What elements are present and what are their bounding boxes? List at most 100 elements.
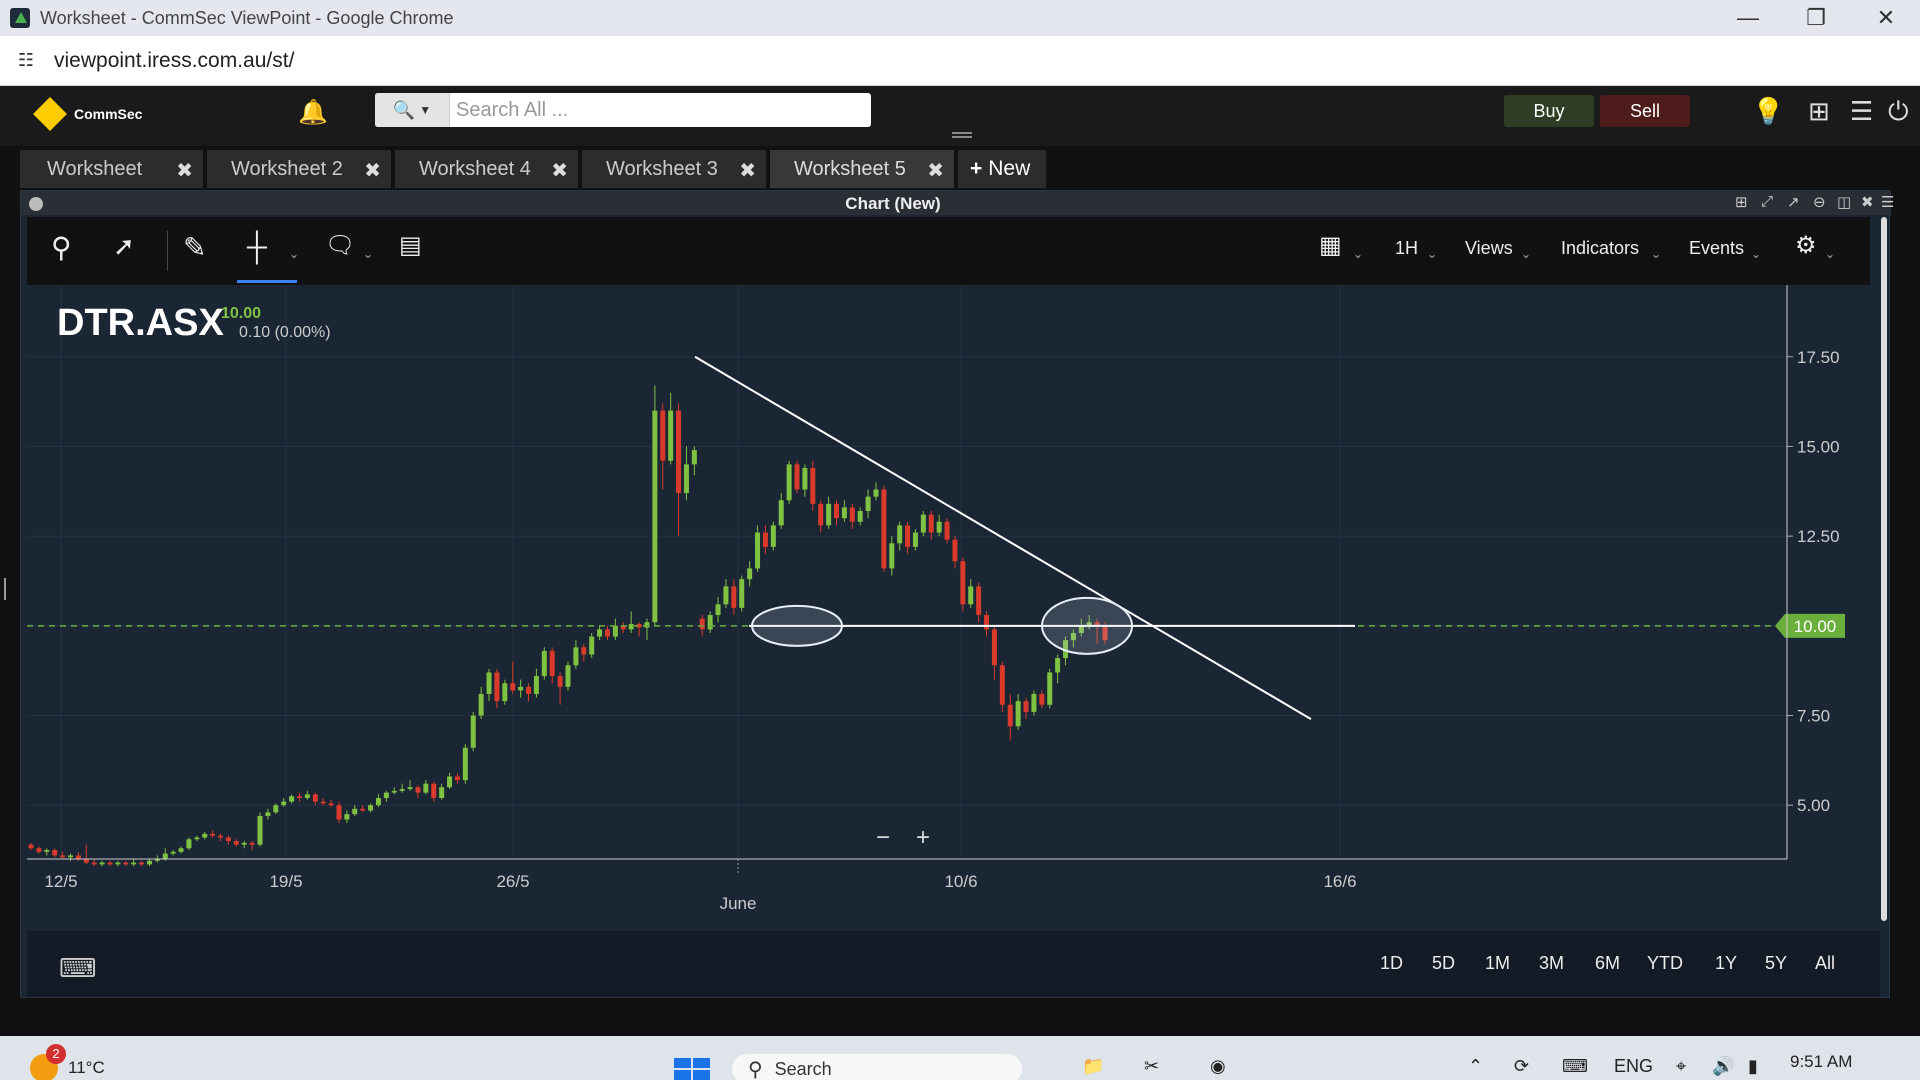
sell-button[interactable]: Sell bbox=[1600, 95, 1690, 127]
address-bar[interactable]: ☷ viewpoint.iress.com.au/st/ bbox=[0, 36, 1920, 86]
chevron-down-icon[interactable]: ⌄ bbox=[1751, 247, 1761, 261]
candle-body bbox=[494, 672, 500, 702]
symbol-label: DTR.ASX bbox=[57, 302, 224, 344]
site-info-icon[interactable]: ☷ bbox=[14, 49, 38, 73]
candle-body bbox=[826, 503, 832, 526]
chevron-down-icon[interactable]: ⌄ bbox=[1427, 247, 1437, 261]
chevron-down-icon[interactable]: ⌄ bbox=[1651, 247, 1661, 261]
windows-start-icon[interactable] bbox=[674, 1058, 710, 1080]
keyboard-icon[interactable]: ⌨ bbox=[59, 953, 97, 984]
close-tab-icon[interactable]: ✖ bbox=[364, 158, 381, 183]
range-1m-button[interactable]: 1M bbox=[1485, 953, 1510, 974]
new-worksheet-button[interactable]: + New bbox=[958, 150, 1047, 188]
chrome-icon[interactable]: ◉ bbox=[1210, 1056, 1226, 1077]
range-5d-button[interactable]: 5D bbox=[1432, 953, 1455, 974]
notification-bell-icon[interactable]: 🔔 bbox=[298, 98, 328, 127]
panel-expand-icon[interactable]: ⤢ bbox=[1761, 193, 1773, 210]
buy-button[interactable]: Buy bbox=[1504, 95, 1594, 127]
file-explorer-icon[interactable]: 📁 bbox=[1082, 1056, 1104, 1077]
close-tab-icon[interactable]: ✖ bbox=[927, 158, 944, 183]
range-5y-button[interactable]: 5Y bbox=[1765, 953, 1787, 974]
range-all-button[interactable]: All bbox=[1815, 953, 1835, 974]
side-resize-handle[interactable] bbox=[4, 578, 8, 600]
sync-icon[interactable]: ⟳ bbox=[1514, 1056, 1529, 1077]
url-text[interactable]: viewpoint.iress.com.au/st/ bbox=[54, 49, 294, 73]
notification-badge: 2 bbox=[46, 1044, 66, 1064]
language-indicator[interactable]: ENG bbox=[1614, 1056, 1653, 1077]
tab-worksheet-2[interactable]: Worksheet 2 ✖ bbox=[207, 150, 391, 188]
candle-body bbox=[715, 604, 721, 616]
candle-body bbox=[75, 855, 81, 859]
search-scope-dropdown[interactable]: 🔍 ▼ bbox=[375, 93, 450, 127]
tab-label: Worksheet 2 bbox=[231, 157, 343, 180]
snipping-tool-icon[interactable]: ✂ bbox=[1144, 1056, 1159, 1077]
range-ytd-button[interactable]: YTD bbox=[1647, 953, 1683, 974]
global-search[interactable]: 🔍 ▼ bbox=[375, 93, 871, 127]
add-indicator-line-icon[interactable]: ➚ bbox=[113, 231, 135, 262]
zoom-in-button[interactable]: + bbox=[916, 824, 930, 851]
vertical-scrollbar[interactable] bbox=[1881, 217, 1887, 921]
candle-body bbox=[549, 650, 555, 677]
views-dropdown[interactable]: Views bbox=[1465, 238, 1513, 259]
candle-body bbox=[526, 686, 532, 694]
close-icon[interactable]: ✕ bbox=[1852, 0, 1920, 36]
panel-add-icon[interactable]: ⊞ bbox=[1735, 193, 1748, 211]
gear-icon[interactable]: ⚙ bbox=[1795, 231, 1817, 260]
chevron-down-icon[interactable]: ⌄ bbox=[1825, 247, 1835, 261]
volume-icon[interactable]: 🔊 bbox=[1712, 1056, 1734, 1077]
chevron-down-icon[interactable]: ⌄ bbox=[1521, 247, 1531, 261]
panel-menu-icon[interactable]: ☰ bbox=[1881, 193, 1894, 211]
chevron-down-icon[interactable]: ⌄ bbox=[363, 247, 373, 261]
price-chart[interactable]: 10.00 17.50 15.00 12.50 7.50 5.00 12/5 19/5 26… bbox=[27, 285, 1875, 925]
chevron-down-icon[interactable]: ⌄ bbox=[289, 247, 299, 261]
close-tab-icon[interactable]: ✖ bbox=[551, 158, 568, 183]
tab-worksheet[interactable]: Worksheet ✖ bbox=[20, 150, 203, 188]
minimize-icon[interactable]: — bbox=[1714, 0, 1782, 36]
zoom-out-button[interactable]: − bbox=[876, 824, 890, 851]
power-icon[interactable]: ⏻ bbox=[1888, 96, 1909, 128]
panel-popout-icon[interactable]: ↗ bbox=[1787, 193, 1800, 211]
interval-dropdown[interactable]: 1H bbox=[1395, 238, 1418, 259]
range-6m-button[interactable]: 6M bbox=[1595, 953, 1620, 974]
lightbulb-icon[interactable]: 💡 bbox=[1752, 96, 1784, 127]
temperature: 11°C bbox=[68, 1058, 105, 1077]
battery-icon[interactable]: ▮ bbox=[1748, 1056, 1758, 1077]
pencil-draw-icon[interactable]: ✎ bbox=[183, 231, 206, 264]
weather-sun-icon: 2 bbox=[30, 1044, 66, 1080]
candlestick-chart-icon[interactable]: ▦ bbox=[1319, 231, 1342, 260]
add-widget-icon[interactable]: ⊞ bbox=[1808, 96, 1830, 127]
zoom-search-icon[interactable]: ⚲ bbox=[51, 231, 72, 264]
keyboard-tray-icon[interactable]: ⌨ bbox=[1562, 1056, 1588, 1077]
wifi-icon[interactable]: ⌖ bbox=[1676, 1056, 1686, 1077]
crosshair-icon[interactable]: ┼ bbox=[247, 231, 267, 263]
indicators-dropdown[interactable]: Indicators bbox=[1561, 238, 1639, 259]
events-dropdown[interactable]: Events bbox=[1689, 238, 1744, 259]
search-input[interactable] bbox=[450, 93, 870, 127]
close-tab-icon[interactable]: ✖ bbox=[176, 158, 193, 183]
tab-worksheet-5[interactable]: Worksheet 5 ✖ bbox=[770, 150, 954, 188]
table-view-icon[interactable]: ▤ bbox=[399, 231, 422, 260]
chevron-down-icon[interactable]: ⌄ bbox=[1353, 247, 1363, 261]
range-3m-button[interactable]: 3M bbox=[1539, 953, 1564, 974]
restore-icon[interactable]: ❐ bbox=[1782, 0, 1850, 36]
panel-close-icon[interactable]: ✖ bbox=[1861, 193, 1874, 211]
range-1y-button[interactable]: 1Y bbox=[1715, 953, 1737, 974]
y-tick-label: 17.50 bbox=[1797, 348, 1840, 367]
tab-worksheet-3[interactable]: Worksheet 3 ✖ bbox=[582, 150, 766, 188]
candle-body bbox=[865, 496, 871, 512]
close-tab-icon[interactable]: ✖ bbox=[739, 158, 756, 183]
comment-icon[interactable]: 🗨 bbox=[325, 231, 355, 260]
panel-titlebar: Chart (New) ⊞ ⤢ ↗ ⊖ ◫ ✖ ☰ bbox=[21, 191, 1894, 215]
panel-split-icon[interactable]: ◫ bbox=[1837, 193, 1851, 211]
commsec-logo[interactable]: CommSec bbox=[33, 97, 142, 131]
candle-body bbox=[597, 629, 603, 637]
header-grip-handle[interactable] bbox=[952, 132, 972, 138]
menu-icon[interactable]: ☰ bbox=[1850, 96, 1873, 127]
panel-minimize-icon[interactable]: ⊖ bbox=[1813, 193, 1826, 211]
candle-body bbox=[628, 624, 634, 630]
taskbar-search[interactable]: ⚲ Search bbox=[732, 1054, 1022, 1080]
chevron-up-icon[interactable]: ⌃ bbox=[1468, 1056, 1483, 1077]
weather-widget[interactable]: 2 11°C bbox=[30, 1044, 105, 1080]
range-1d-button[interactable]: 1D bbox=[1380, 953, 1403, 974]
tab-worksheet-4[interactable]: Worksheet 4 ✖ bbox=[395, 150, 578, 188]
